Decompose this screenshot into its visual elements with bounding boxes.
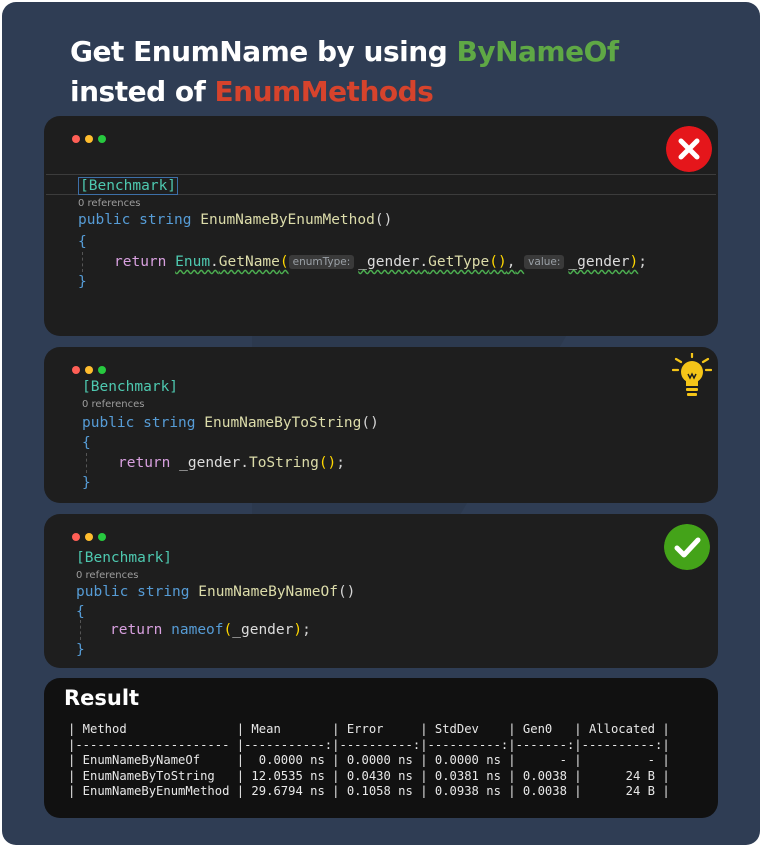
minimize-dot-icon xyxy=(85,366,93,374)
indent-guide xyxy=(82,252,83,272)
page-title: Get EnumName by using ByNameOf insted of… xyxy=(70,32,619,112)
table-row: | EnumNameByEnumMethod | 29.6794 ns | 0.… xyxy=(68,784,670,798)
close-dot-icon xyxy=(72,366,80,374)
title-line1-text: Get EnumName by using xyxy=(70,35,457,68)
minimize-dot-icon xyxy=(85,135,93,143)
result-title: Result xyxy=(64,686,140,710)
window-controls xyxy=(72,128,111,143)
param-hint-enumtype: enumType: xyxy=(288,255,355,269)
code-card-nameof: [Benchmark] 0 references public string E… xyxy=(44,514,718,668)
open-brace: { xyxy=(78,234,87,250)
references-label: 0 references xyxy=(82,399,145,410)
close-dot-icon xyxy=(72,135,80,143)
close-brace: } xyxy=(76,642,85,658)
attribute-benchmark: [Benchmark] xyxy=(78,177,179,195)
return-statement: return _gender.ToString(); xyxy=(118,455,346,471)
param-hint-value: value: xyxy=(524,255,565,269)
method-signature: public string EnumNameByEnumMethod() xyxy=(78,212,393,228)
infographic-frame: R Get EnumName by using ByNameOf insted … xyxy=(2,2,760,845)
close-dot-icon xyxy=(72,533,80,541)
indent-guide xyxy=(80,620,81,640)
title-highlight-enummethods: EnumMethods xyxy=(214,75,434,108)
method-signature: public string EnumNameByNameOf() xyxy=(76,584,356,600)
table-header-row: | Method | Mean | Error | StdDev | Gen0 … xyxy=(68,722,670,736)
close-icon xyxy=(666,126,712,172)
title-highlight-bynameof: ByNameOf xyxy=(456,35,619,68)
lightbulb-icon xyxy=(672,353,712,396)
close-brace: } xyxy=(82,475,91,491)
title-line2-text: insted of xyxy=(70,75,215,108)
maximize-dot-icon xyxy=(98,366,106,374)
table-separator-row: |--------------------- |-----------:|---… xyxy=(68,737,670,752)
maximize-dot-icon xyxy=(98,533,106,541)
return-statement: return Enum.GetName(enumType: _gender.Get… xyxy=(114,254,647,270)
attribute-benchmark: [Benchmark] xyxy=(76,550,173,566)
result-card: Result | Method | Mean | Error | StdDev … xyxy=(44,678,718,818)
minimize-dot-icon xyxy=(85,533,93,541)
open-brace: { xyxy=(82,435,91,451)
method-signature: public string EnumNameByToString() xyxy=(82,415,379,431)
close-brace: } xyxy=(78,274,87,290)
attribute-benchmark: [Benchmark] xyxy=(82,379,179,395)
indent-guide xyxy=(86,453,87,473)
current-line-top-border xyxy=(46,174,716,175)
window-controls xyxy=(72,526,111,541)
return-statement: return nameof(_gender); xyxy=(110,622,311,638)
maximize-dot-icon xyxy=(98,135,106,143)
window-controls xyxy=(72,359,111,374)
code-card-tostring: [Benchmark] 0 references public string E… xyxy=(44,347,718,503)
check-icon xyxy=(664,524,710,570)
open-brace: { xyxy=(76,604,85,620)
code-card-enum-method: [Benchmark] 0 references public string E… xyxy=(44,116,718,336)
table-row: | EnumNameByNameOf | 0.0000 ns | 0.0000 … xyxy=(68,753,670,767)
table-row: | EnumNameByToString | 12.0535 ns | 0.04… xyxy=(68,768,670,783)
benchmark-table: | Method | Mean | Error | StdDev | Gen0 … xyxy=(68,722,670,800)
